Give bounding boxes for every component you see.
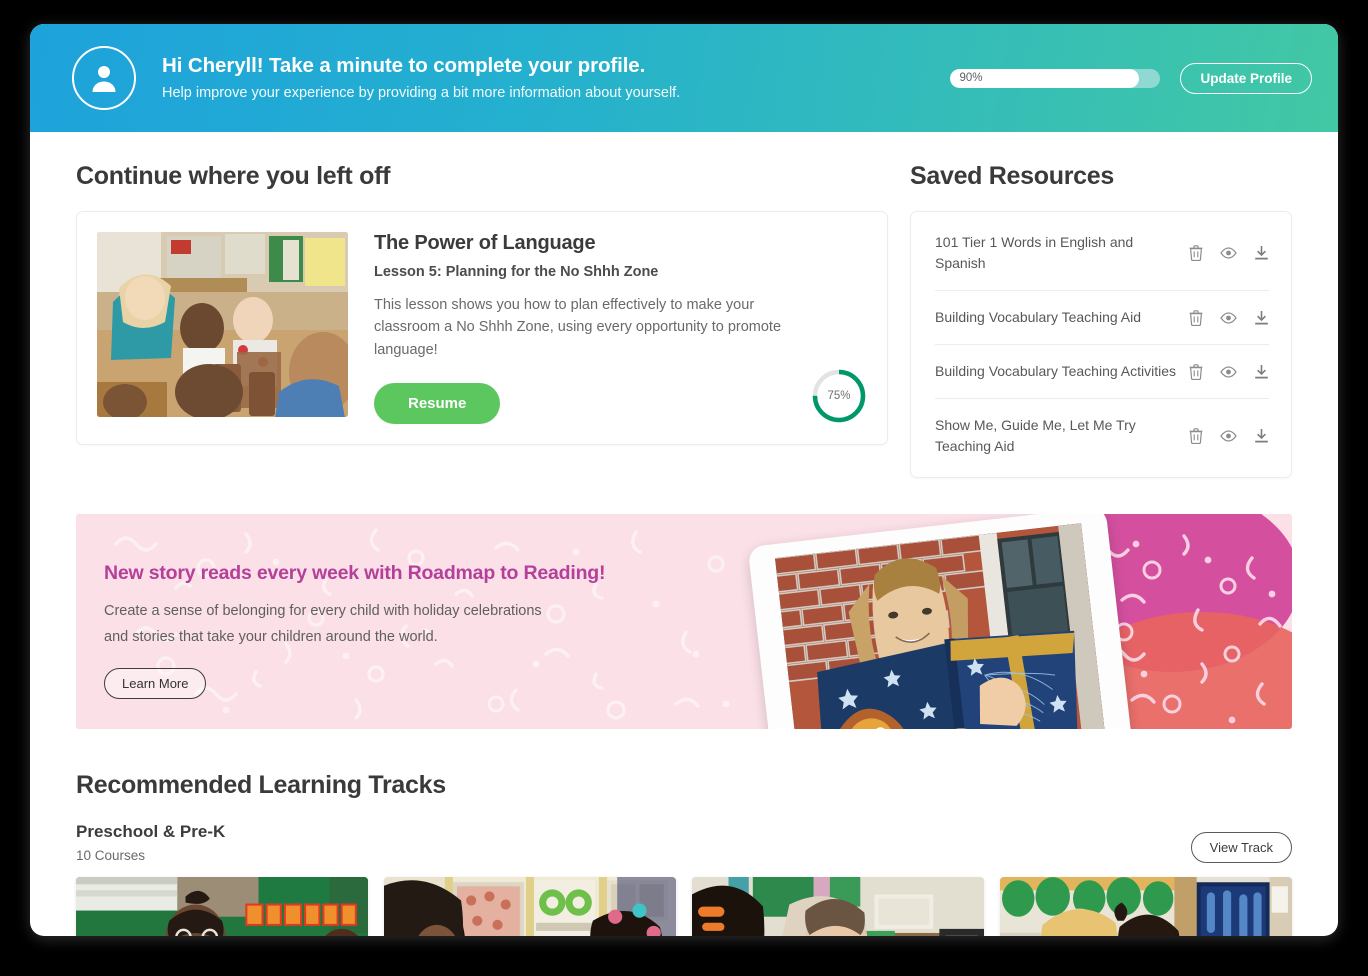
resource-actions (1189, 363, 1269, 380)
banner-title: Hi Cheryll! Take a minute to complete yo… (162, 54, 646, 78)
profile-progress-label: 90% (959, 71, 983, 84)
course-description: This lesson shows you how to plan effect… (374, 297, 782, 358)
promo-description-line-2: and stories that take your children arou… (104, 628, 438, 645)
eye-icon[interactable] (1220, 247, 1237, 259)
eye-icon[interactable] (1220, 365, 1237, 378)
download-icon[interactable] (1254, 310, 1269, 326)
eye-icon[interactable] (1220, 430, 1237, 442)
tablet-device-image (747, 514, 1133, 729)
continue-heading: Continue where you left off (76, 162, 391, 190)
list-item[interactable]: Building Vocabulary Teaching Activities (935, 345, 1269, 399)
resource-title: 101 Tier 1 Words in English and Spanish (935, 234, 1134, 271)
course-title: The Power of Language (374, 232, 596, 254)
list-item[interactable]: Building Vocabulary Teaching Aid (935, 291, 1269, 345)
download-icon[interactable] (1254, 245, 1269, 261)
continue-section: Continue where you left off The Power of… (76, 162, 888, 478)
resume-button[interactable]: Resume (374, 383, 501, 425)
track-course-card[interactable] (384, 877, 676, 936)
banner-subtitle: Help improve your experience by providin… (162, 84, 681, 101)
resource-actions (1189, 309, 1269, 326)
continue-course-card[interactable]: The Power of Language Lesson 5: Planning… (76, 211, 888, 446)
download-icon[interactable] (1254, 428, 1269, 444)
banner-text-block: Hi Cheryll! Take a minute to complete yo… (162, 53, 680, 102)
track-header-row: Preschool & Pre-K 10 Courses View Track (76, 822, 1292, 863)
track-course-card[interactable] (76, 877, 368, 936)
download-icon[interactable] (1254, 364, 1269, 380)
resource-title: Show Me, Guide Me, Let Me Try Teaching A… (935, 417, 1136, 454)
tablet-screen-photo (774, 523, 1106, 729)
banner-actions: 90% Update Profile (950, 62, 1312, 94)
course-progress-ring: 75% (811, 368, 867, 424)
saved-resources-list: 101 Tier 1 Words in English and Spanish (910, 211, 1292, 478)
resource-title: Building Vocabulary Teaching Aid (935, 309, 1142, 325)
course-progress-label: 75% (827, 390, 851, 403)
promo-description-line-1: Create a sense of belonging for every ch… (104, 603, 542, 619)
resource-title: Building Vocabulary Teaching Activities (935, 363, 1177, 379)
app-window: Hi Cheryll! Take a minute to complete yo… (30, 24, 1338, 936)
track-course-count: 10 Courses (76, 848, 146, 863)
resume-row: Resume (374, 383, 797, 425)
list-item[interactable]: Show Me, Guide Me, Let Me Try Teaching A… (935, 399, 1269, 473)
saved-resources-section: Saved Resources 101 Tier 1 Words in Engl… (910, 162, 1292, 478)
continue-course-details: The Power of Language Lesson 5: Planning… (374, 232, 867, 425)
track-card-row (76, 877, 1292, 936)
track-info: Preschool & Pre-K 10 Courses (76, 822, 225, 863)
saved-resources-heading: Saved Resources (910, 162, 1114, 190)
promo-banner[interactable]: New story reads every week with Roadmap … (76, 514, 1292, 729)
promo-text-block: New story reads every week with Roadmap … (104, 562, 605, 699)
course-lesson-label: Lesson 5: Planning for the No Shhh Zone (374, 264, 659, 280)
course-thumbnail[interactable] (97, 232, 348, 417)
list-item[interactable]: 101 Tier 1 Words in English and Spanish (935, 216, 1269, 291)
user-avatar-icon (72, 46, 136, 110)
trash-icon[interactable] (1189, 245, 1203, 262)
trash-icon[interactable] (1189, 309, 1203, 326)
main-content: Continue where you left off The Power of… (30, 132, 1338, 936)
profile-completion-banner: Hi Cheryll! Take a minute to complete yo… (30, 24, 1338, 132)
learn-more-button[interactable]: Learn More (104, 667, 207, 699)
trash-icon[interactable] (1189, 363, 1203, 380)
update-profile-button[interactable]: Update Profile (1180, 62, 1312, 94)
promo-artwork (732, 514, 1292, 729)
track-name: Preschool & Pre-K (76, 822, 226, 841)
resource-actions (1189, 428, 1269, 445)
top-section: Continue where you left off The Power of… (76, 162, 1292, 478)
resource-actions (1189, 245, 1269, 262)
promo-title: New story reads every week with Roadmap … (104, 562, 606, 584)
promo-description: Create a sense of belonging for every ch… (104, 599, 605, 651)
track-course-card[interactable] (692, 877, 984, 936)
view-track-button[interactable]: View Track (1190, 832, 1292, 863)
track-course-card[interactable] (1000, 877, 1292, 936)
trash-icon[interactable] (1189, 428, 1203, 445)
eye-icon[interactable] (1220, 311, 1237, 324)
profile-progress-bar: 90% (950, 68, 1161, 88)
tracks-heading: Recommended Learning Tracks (76, 771, 446, 799)
